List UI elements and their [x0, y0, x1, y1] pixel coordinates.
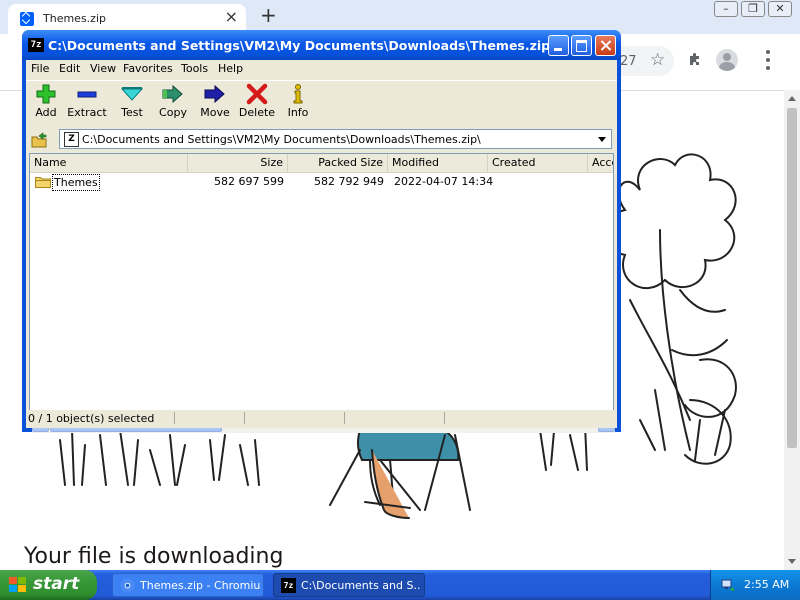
minus-icon — [77, 91, 97, 98]
system-tray: 2:55 AM — [710, 570, 800, 600]
table-row[interactable]: Themes 582 697 599 582 792 949 2022-04-0… — [30, 173, 613, 191]
close-button[interactable] — [595, 35, 616, 56]
browser-close-button[interactable]: ✕ — [768, 1, 792, 17]
address-bar-row: Z C:\Documents and Settings\VM2\My Docum… — [26, 128, 617, 152]
copy-button[interactable]: Copy — [156, 83, 190, 119]
delete-button[interactable]: Delete — [237, 83, 277, 119]
move-button[interactable]: Move — [198, 83, 232, 119]
page-scroll-up-icon[interactable] — [788, 96, 796, 101]
menu-view[interactable]: View — [90, 62, 116, 75]
test-check-icon — [120, 87, 144, 101]
browser-minimize-button[interactable]: – — [714, 1, 738, 17]
plus-icon — [36, 84, 56, 104]
info-button[interactable]: Info — [284, 83, 312, 119]
page-scroll-thumb[interactable] — [787, 108, 797, 448]
column-header-size[interactable]: Size — [188, 154, 288, 172]
page-heading: Your file is downloading — [24, 544, 284, 569]
status-bar: 0 / 1 object(s) selected — [26, 410, 617, 428]
file-list[interactable]: Name Size Packed Size Modified Created A… — [29, 153, 614, 414]
info-label: Info — [287, 106, 309, 119]
clock: 2:55 AM — [744, 578, 790, 591]
sevenzip-window: 7z C:\Documents and Settings\VM2\My Docu… — [22, 30, 621, 433]
info-icon — [293, 84, 303, 104]
row-packed-size: 582 792 949 — [314, 175, 384, 188]
menu-file[interactable]: File — [31, 62, 49, 75]
path-dropdown-chevron-icon[interactable] — [594, 131, 610, 147]
bookmark-star-icon[interactable]: ☆ — [650, 50, 665, 70]
window-title: C:\Documents and Settings\VM2\My Documen… — [48, 38, 555, 53]
page-scroll-down-icon[interactable] — [788, 559, 796, 564]
copy-arrow-icon — [162, 84, 183, 104]
taskbar-item-label: Themes.zip - Chromium — [140, 579, 260, 592]
menu-bar: File Edit View Favorites Tools Help — [26, 60, 617, 79]
status-divider — [444, 412, 445, 424]
browser-tab-strip: Themes.zip × + – ❐ ✕ — [0, 0, 800, 34]
path-combobox[interactable]: Z C:\Documents and Settings\VM2\My Docum… — [59, 129, 612, 149]
row-modified: 2022-04-07 14:34 — [394, 175, 494, 188]
row-size: 582 697 599 — [214, 175, 284, 188]
profile-avatar[interactable] — [716, 49, 738, 71]
extract-button[interactable]: Extract — [66, 83, 108, 119]
taskbar: start Themes.zip - Chromium 7z C:\Docume… — [0, 570, 800, 600]
row-name: Themes — [52, 174, 100, 191]
folder-up-icon[interactable] — [31, 132, 47, 148]
menu-tools[interactable]: Tools — [181, 62, 208, 75]
delete-x-icon — [246, 83, 268, 105]
move-label: Move — [200, 106, 230, 119]
chromium-icon — [120, 578, 135, 593]
column-header-created[interactable]: Created — [488, 154, 588, 172]
taskbar-item-sevenzip[interactable]: 7z C:\Documents and S... — [273, 573, 425, 597]
archive-icon: Z — [64, 132, 79, 147]
sevenzip-icon: 7z — [28, 38, 44, 52]
copy-label: Copy — [159, 106, 187, 119]
status-text: 0 / 1 object(s) selected — [28, 412, 155, 425]
status-divider — [344, 412, 345, 424]
move-arrow-icon — [204, 84, 225, 104]
tab-close-icon[interactable]: × — [225, 9, 238, 25]
start-label: start — [33, 574, 80, 594]
menu-favorites[interactable]: Favorites — [123, 62, 173, 75]
extract-label: Extract — [67, 106, 107, 119]
taskbar-item-chromium[interactable]: Themes.zip - Chromium — [112, 573, 264, 597]
dropbox-favicon-icon — [20, 12, 34, 26]
toolbar: Add Extract Test Copy Move Delete Info — [26, 80, 617, 127]
start-button[interactable]: start — [0, 570, 97, 600]
browser-menu-icon[interactable] — [764, 47, 772, 73]
address-bar-text: 27 — [620, 54, 637, 69]
column-header-packed-size[interactable]: Packed Size — [288, 154, 388, 172]
add-button[interactable]: Add — [32, 83, 60, 119]
window-body: File Edit View Favorites Tools Help Add … — [26, 60, 617, 433]
file-list-header: Name Size Packed Size Modified Created A… — [30, 154, 613, 173]
delete-label: Delete — [238, 106, 276, 119]
taskbar-item-label: C:\Documents and S... — [301, 579, 421, 592]
column-header-accessed[interactable]: Acce — [588, 154, 613, 172]
network-tray-icon[interactable] — [721, 578, 735, 592]
path-text: C:\Documents and Settings\VM2\My Documen… — [82, 133, 481, 146]
browser-window-controls: – ❐ ✕ — [711, 1, 792, 17]
status-divider — [174, 412, 175, 424]
menu-help[interactable]: Help — [218, 62, 243, 75]
minimize-button[interactable] — [548, 35, 569, 56]
folder-icon — [35, 177, 51, 188]
new-tab-button[interactable]: + — [260, 5, 277, 25]
column-header-modified[interactable]: Modified — [388, 154, 488, 172]
row-created — [494, 173, 590, 191]
sevenzip-icon: 7z — [281, 578, 296, 593]
add-label: Add — [35, 106, 57, 119]
column-header-name[interactable]: Name — [30, 154, 188, 172]
maximize-button[interactable] — [571, 35, 592, 56]
windows-logo-icon — [9, 577, 27, 594]
status-divider — [244, 412, 245, 424]
tab-title: Themes.zip — [43, 12, 106, 25]
page-scrollbar[interactable] — [784, 90, 800, 570]
browser-restore-button[interactable]: ❐ — [741, 1, 765, 17]
test-label: Test — [121, 106, 143, 119]
extensions-puzzle-icon[interactable] — [687, 51, 703, 67]
test-button[interactable]: Test — [115, 83, 149, 119]
window-title-bar[interactable]: 7z C:\Documents and Settings\VM2\My Docu… — [22, 30, 621, 60]
menu-edit[interactable]: Edit — [59, 62, 80, 75]
